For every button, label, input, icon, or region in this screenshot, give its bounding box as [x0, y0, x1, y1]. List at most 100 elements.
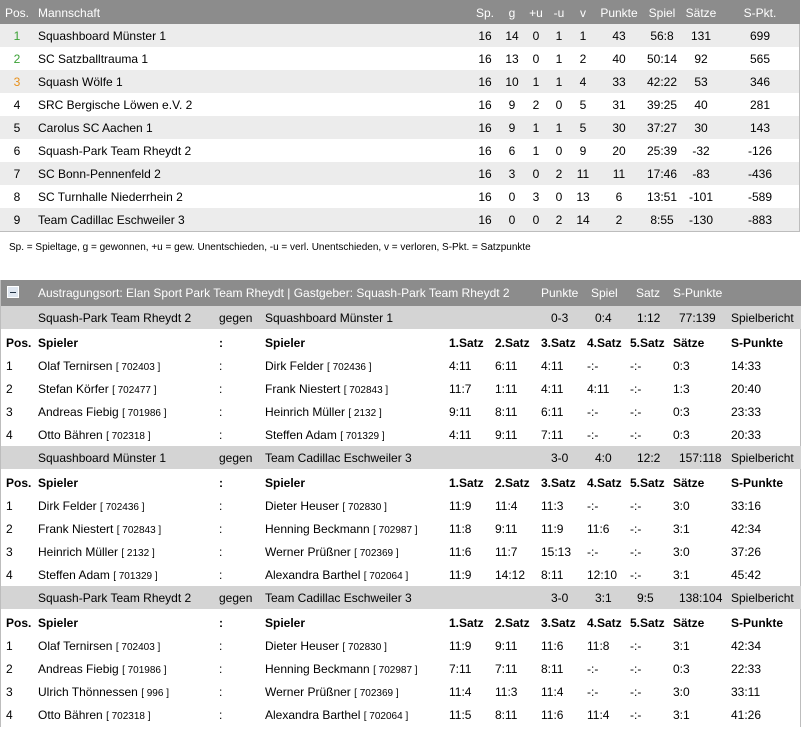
- player-home[interactable]: Dirk Felder [ 702436 ]: [38, 499, 145, 513]
- game-s-punkte: 77:139: [679, 311, 716, 325]
- cell-saetze: 3:1: [673, 639, 690, 653]
- team-home[interactable]: Squash-Park Team Rheydt 2: [38, 591, 191, 605]
- cell-s4: -:-: [587, 428, 599, 442]
- standings-table: Pos. Mannschaft Sp. g +u -u v Punkte Spi…: [0, 0, 800, 232]
- cell-s1: 4:11: [449, 359, 472, 373]
- spielbericht-link[interactable]: Spielbericht: [731, 311, 794, 325]
- cell-saetze: 3:1: [673, 708, 690, 722]
- game-header: Squashboard Münster 1 gegen Team Cadillac …: [1, 446, 801, 469]
- cell-pos: 6: [13, 144, 21, 158]
- player-away[interactable]: Alexandra Barthel [ 702064 ]: [265, 708, 408, 722]
- collapse-icon[interactable]: [7, 286, 19, 298]
- game-s-punkte: 138:104: [679, 591, 723, 605]
- cell-spkt: 281: [749, 98, 771, 112]
- team-home[interactable]: Squash-Park Team Rheydt 2: [38, 311, 191, 325]
- cell-s3: 4:11: [541, 382, 564, 396]
- player-home[interactable]: Ulrich Thönnessen [ 996 ]: [38, 685, 169, 699]
- player-name: Alexandra Barthel: [265, 568, 361, 582]
- player-home[interactable]: Frank Niestert [ 702843 ]: [38, 522, 161, 536]
- player-home[interactable]: Stefan Körfer [ 702477 ]: [38, 382, 157, 396]
- cell-s2: 9:11: [495, 428, 518, 442]
- col-sp: Sp.: [475, 6, 494, 20]
- team-away[interactable]: Team Cadillac Eschweiler 3: [265, 591, 412, 605]
- cell-sep: :: [219, 639, 223, 653]
- team-link[interactable]: SRC Bergische Löwen e.V. 2: [38, 98, 192, 112]
- player-away[interactable]: Werner Prüßner [ 702369 ]: [265, 685, 399, 699]
- license-number: [ 702830 ]: [342, 502, 387, 513]
- player-away[interactable]: Dirk Felder [ 702436 ]: [265, 359, 372, 373]
- cell-s4: -:-: [587, 685, 599, 699]
- player-home[interactable]: Andreas Fiebig [ 701986 ]: [38, 405, 167, 419]
- team-link[interactable]: SC Turnhalle Niederrhein 2: [38, 190, 183, 204]
- cell-spkt: 565: [749, 52, 771, 66]
- team-link[interactable]: Squash Wölfe 1: [38, 75, 123, 89]
- player-away[interactable]: Dieter Heuser [ 702830 ]: [265, 499, 387, 513]
- colhead-spunkte: S-Punkte: [731, 336, 784, 350]
- team-link[interactable]: Carolus SC Aachen 1: [38, 121, 153, 135]
- spielbericht-link[interactable]: Spielbericht: [731, 591, 794, 605]
- team-link[interactable]: Squash-Park Team Rheydt 2: [38, 144, 191, 158]
- player-home[interactable]: Steffen Adam [ 701329 ]: [38, 568, 158, 582]
- standings-row: 4 SRC Bergische Löwen e.V. 2 16 9 2 0 5 31 39:25…: [0, 93, 799, 116]
- player-away[interactable]: Dieter Heuser [ 702830 ]: [265, 639, 387, 653]
- cell-spkt: 346: [749, 75, 771, 89]
- col-team: Mannschaft: [38, 6, 101, 20]
- player-row: 3: 11:6 11:7 15:13 -:- -:- 3:0 37:26 Heinrich Mü…: [1, 545, 801, 568]
- player-home[interactable]: Andreas Fiebig [ 701986 ]: [38, 662, 167, 676]
- cell-saetze: 0:3: [673, 662, 690, 676]
- cell-pos: 4: [13, 98, 21, 112]
- player-home[interactable]: Olaf Ternirsen [ 702403 ]: [38, 359, 160, 373]
- team-link[interactable]: SC Bonn-Pennenfeld 2: [38, 167, 161, 181]
- cell-s2: 11:4: [495, 499, 518, 513]
- game-spiel: 4:0: [595, 451, 612, 465]
- cell-spiel: 42:22: [646, 75, 678, 89]
- standings-row: 8 SC Turnhalle Niederrhein 2 16 0 3 0 13 6 13:51…: [0, 185, 799, 208]
- team-away[interactable]: Squashboard Münster 1: [265, 311, 393, 325]
- cell-pos: 3: [6, 685, 13, 699]
- standings-row: 7 SC Bonn-Pennenfeld 2 16 3 0 2 11 11 17:46 -83 -4…: [0, 162, 799, 185]
- cell-s1: 11:6: [449, 545, 472, 559]
- spielbericht-link[interactable]: Spielbericht: [731, 451, 794, 465]
- cell-v: 4: [579, 75, 587, 89]
- cell-pu: 0: [532, 167, 540, 181]
- cell-punkte: 31: [612, 98, 626, 112]
- cell-pos: 1: [6, 499, 13, 513]
- cell-s3: 7:11: [541, 428, 564, 442]
- player-away[interactable]: Steffen Adam [ 701329 ]: [265, 428, 385, 442]
- player-away[interactable]: Werner Prüßner [ 702369 ]: [265, 545, 399, 559]
- license-number: [ 702987 ]: [373, 665, 418, 676]
- player-away[interactable]: Heinrich Müller [ 2132 ]: [265, 405, 382, 419]
- cell-punkte: 43: [612, 29, 626, 43]
- player-away[interactable]: Alexandra Barthel [ 702064 ]: [265, 568, 408, 582]
- player-row: 4: 11:5 8:11 11:6 11:4 -:- 3:1 41:26 Otto Bähren…: [1, 708, 801, 731]
- cell-sp: 16: [478, 190, 492, 204]
- team-link[interactable]: SC Satzballtrauma 1: [38, 52, 148, 66]
- team-away[interactable]: Team Cadillac Eschweiler 3: [265, 451, 412, 465]
- cell-s4: 11:6: [587, 522, 610, 536]
- cell-s3: 11:6: [541, 708, 564, 722]
- cell-pos: 9: [13, 213, 21, 227]
- player-away[interactable]: Henning Beckmann [ 702987 ]: [265, 522, 418, 536]
- team-link[interactable]: Team Cadillac Eschweiler 3: [38, 213, 185, 227]
- colhead-saetze: Sätze: [673, 336, 705, 350]
- player-home[interactable]: Otto Bähren [ 702318 ]: [38, 708, 151, 722]
- player-name: Ulrich Thönnessen: [38, 685, 138, 699]
- cell-spiel: 17:46: [646, 167, 678, 181]
- cell-spunkte: 45:42: [731, 568, 762, 582]
- colhead-saetze: Sätze: [673, 616, 705, 630]
- game-column-headers: Pos. Spieler: Spieler 1.Satz 2.Satz 3.Satz 4.S…: [1, 616, 801, 632]
- colhead-s5: 5.Satz: [630, 476, 665, 490]
- player-home[interactable]: Olaf Ternirsen [ 702403 ]: [38, 639, 160, 653]
- player-home[interactable]: Heinrich Müller [ 2132 ]: [38, 545, 155, 559]
- player-away[interactable]: Henning Beckmann [ 702987 ]: [265, 662, 418, 676]
- player-away[interactable]: Frank Niestert [ 702843 ]: [265, 382, 388, 396]
- cell-mu: 1: [555, 52, 563, 66]
- team-home[interactable]: Squashboard Münster 1: [38, 451, 166, 465]
- cell-g: 10: [505, 75, 519, 89]
- license-number: [ 702369 ]: [354, 548, 399, 559]
- player-home[interactable]: Otto Bähren [ 702318 ]: [38, 428, 151, 442]
- colhead-s1: 1.Satz: [449, 616, 484, 630]
- team-link[interactable]: Squashboard Münster 1: [38, 29, 166, 43]
- cell-v: 1: [579, 29, 587, 43]
- gegen-label: gegen: [219, 311, 253, 325]
